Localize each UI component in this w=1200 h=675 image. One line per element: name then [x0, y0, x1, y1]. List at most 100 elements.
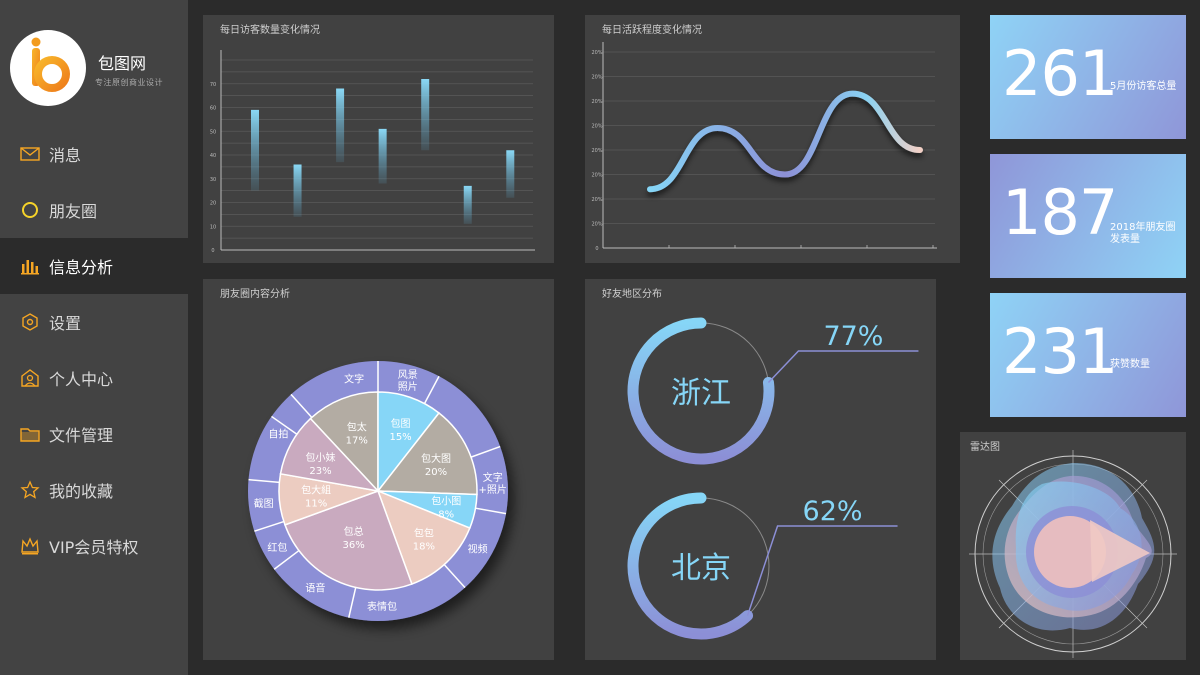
- sidebar-item-analysis[interactable]: 信息分析: [0, 238, 188, 294]
- y-tick-label: 20%: [591, 50, 602, 56]
- pie-slice-value: 36%: [342, 540, 364, 551]
- pie-slice-label: 包大組: [301, 483, 331, 496]
- y-tick-label: 20%: [591, 197, 602, 203]
- gauge-label: 浙江: [671, 376, 731, 411]
- y-tick-label: 20%: [591, 124, 602, 130]
- brand-logo[interactable]: [10, 30, 86, 106]
- crown-icon: [21, 537, 39, 555]
- activity-line-chart: 0 20% 20% 20% 20% 20% 20% 20% 20%: [591, 42, 937, 252]
- pie-slice-label: 包总: [344, 525, 364, 538]
- bar: [421, 79, 430, 151]
- pie-slice-label: 包太: [347, 421, 367, 434]
- sidebar-item-settings[interactable]: 设置: [0, 294, 188, 350]
- y-tick-label: 20: [210, 201, 216, 207]
- y-tick-label: 10: [210, 224, 216, 230]
- pie-slice-value: 18%: [413, 541, 435, 552]
- pie-outer-label: 照片: [398, 380, 418, 393]
- pie-slice-value: 15%: [389, 432, 411, 443]
- bar: [251, 109, 259, 191]
- sidebar: 包图网 专注原创商业设计 消息 朋友圈 信息分析 设置 个人中心 文件管理 我的…: [0, 0, 188, 675]
- content-panel: 朋友圈内容分析 包太 17% 包图 15% 包大图 20% 包小图 8% 包包 18% 包总 36% 包…: [203, 279, 554, 660]
- brand-subtitle: 专注原创商业设计: [95, 78, 163, 87]
- sidebar-item-label: VIP会员特权: [49, 538, 139, 557]
- y-tick-label: 0: [211, 248, 214, 254]
- sidebar-menu: 消息 朋友圈 信息分析 设置 个人中心 文件管理 我的收藏 VIP会员特权: [0, 126, 188, 574]
- y-tick-label: 20%: [591, 99, 602, 105]
- pie-slice-label: 包小妹: [305, 451, 335, 464]
- bar: [336, 88, 345, 163]
- pie-outer-label: 截图: [254, 497, 274, 510]
- pie-slice-label: 包图: [391, 417, 411, 430]
- pie-outer-label: 自拍: [268, 428, 288, 441]
- user-icon: [21, 369, 39, 387]
- brand-name: 包图网: [98, 54, 147, 73]
- visitors-panel: 每日访客数量变化情况 0 10 20 30 40 50 60 70: [203, 15, 554, 263]
- pie-slice-value: 8%: [438, 510, 454, 521]
- sidebar-item-label: 设置: [49, 314, 82, 333]
- visitors-bar-chart: 0 10 20 30 40 50 60 70: [210, 50, 535, 254]
- y-tick-label: 20%: [591, 222, 602, 228]
- sidebar-item-messages[interactable]: 消息: [0, 126, 188, 182]
- pie-outer-label: 文字: [344, 373, 364, 386]
- sidebar-item-vip[interactable]: VIP会员特权: [0, 518, 188, 574]
- sidebar-item-favorites[interactable]: 我的收藏: [0, 462, 188, 518]
- gauge-label: 北京: [671, 551, 731, 586]
- sidebar-item-profile[interactable]: 个人中心: [0, 350, 188, 406]
- pie-outer-label: 表情包: [367, 600, 397, 613]
- bar: [378, 128, 387, 184]
- y-tick-label: 60: [210, 106, 216, 112]
- stat-card-posts[interactable]: 187 2018年朋友圈 发表量: [990, 154, 1186, 278]
- pie-slice-label: 包大图: [421, 452, 451, 465]
- bar: [293, 164, 302, 217]
- sidebar-item-moments[interactable]: 朋友圈: [0, 182, 188, 238]
- pie-slice-value: 11%: [305, 498, 327, 509]
- region-panel: 好友地区分布 浙江 77% 北京 62%: [585, 279, 936, 660]
- stat-label: 5月份访客总量: [1110, 81, 1177, 92]
- folder-icon: [20, 428, 40, 442]
- stat-card-likes[interactable]: 231 获赞数量: [990, 293, 1186, 417]
- y-tick-label: 20%: [591, 173, 602, 179]
- sidebar-item-label: 朋友圈: [49, 202, 98, 221]
- activity-panel: 每日活跃程度变化情况 0 20% 20% 20% 20% 20% 20% 20% 20%: [585, 15, 960, 263]
- star-icon: [20, 480, 40, 499]
- pie-slice-value: 23%: [309, 466, 331, 477]
- pie-slice-label: 包包: [414, 526, 434, 539]
- stat-value: 261: [1002, 37, 1118, 110]
- region-gauges: 浙江 77% 北京 62%: [627, 317, 919, 640]
- sidebar-item-files[interactable]: 文件管理: [0, 406, 188, 462]
- pie-outer-label: 风景: [398, 369, 418, 381]
- y-tick-label: 70: [210, 82, 216, 88]
- stat-value: 187: [1002, 176, 1118, 249]
- gear-icon: [22, 313, 38, 331]
- radar-panel: 雷达图: [960, 432, 1186, 660]
- stat-label-line2: 发表量: [1110, 234, 1140, 245]
- radar-chart: [969, 450, 1177, 658]
- stat-value: 231: [1002, 315, 1118, 388]
- y-tick-label: 30: [210, 177, 216, 183]
- logo-icon: [31, 37, 70, 92]
- y-tick-label: 20%: [591, 75, 602, 81]
- stat-label: 获赞数量: [1110, 359, 1150, 370]
- sidebar-item-label: 信息分析: [49, 258, 114, 277]
- pie-outer-label: 红包: [267, 541, 287, 554]
- sidebar-item-label: 个人中心: [49, 370, 114, 389]
- sidebar-item-label: 文件管理: [49, 426, 114, 445]
- pie-slice-label: 包小图: [431, 495, 461, 508]
- stat-card-visitors[interactable]: 261 5月份访客总量: [990, 15, 1186, 139]
- sidebar-item-label: 消息: [49, 146, 82, 165]
- gauge-leader-line: [767, 350, 919, 383]
- bar-chart-icon: [21, 260, 39, 275]
- gauge-value: 77%: [823, 321, 883, 352]
- pie-slice-value: 20%: [425, 467, 447, 478]
- stat-label: 2018年朋友圈: [1110, 222, 1176, 233]
- content-pie-chart: 包太 17% 包图 15% 包大图 20% 包小图 8% 包包 18% 包总 36% 包大組 11% 包小妹…: [248, 361, 508, 621]
- pie-outer-label: 文字: [483, 471, 503, 484]
- y-tick-label: 20%: [591, 148, 602, 154]
- circle-icon: [22, 202, 38, 218]
- pie-slice-value: 17%: [346, 436, 368, 447]
- y-tick-label: 40: [210, 153, 216, 159]
- y-tick-label: 0: [595, 246, 598, 252]
- y-tick-label: 50: [210, 129, 216, 135]
- pie-outer-label: 语音: [305, 581, 325, 594]
- gauge-leader-line: [746, 525, 898, 616]
